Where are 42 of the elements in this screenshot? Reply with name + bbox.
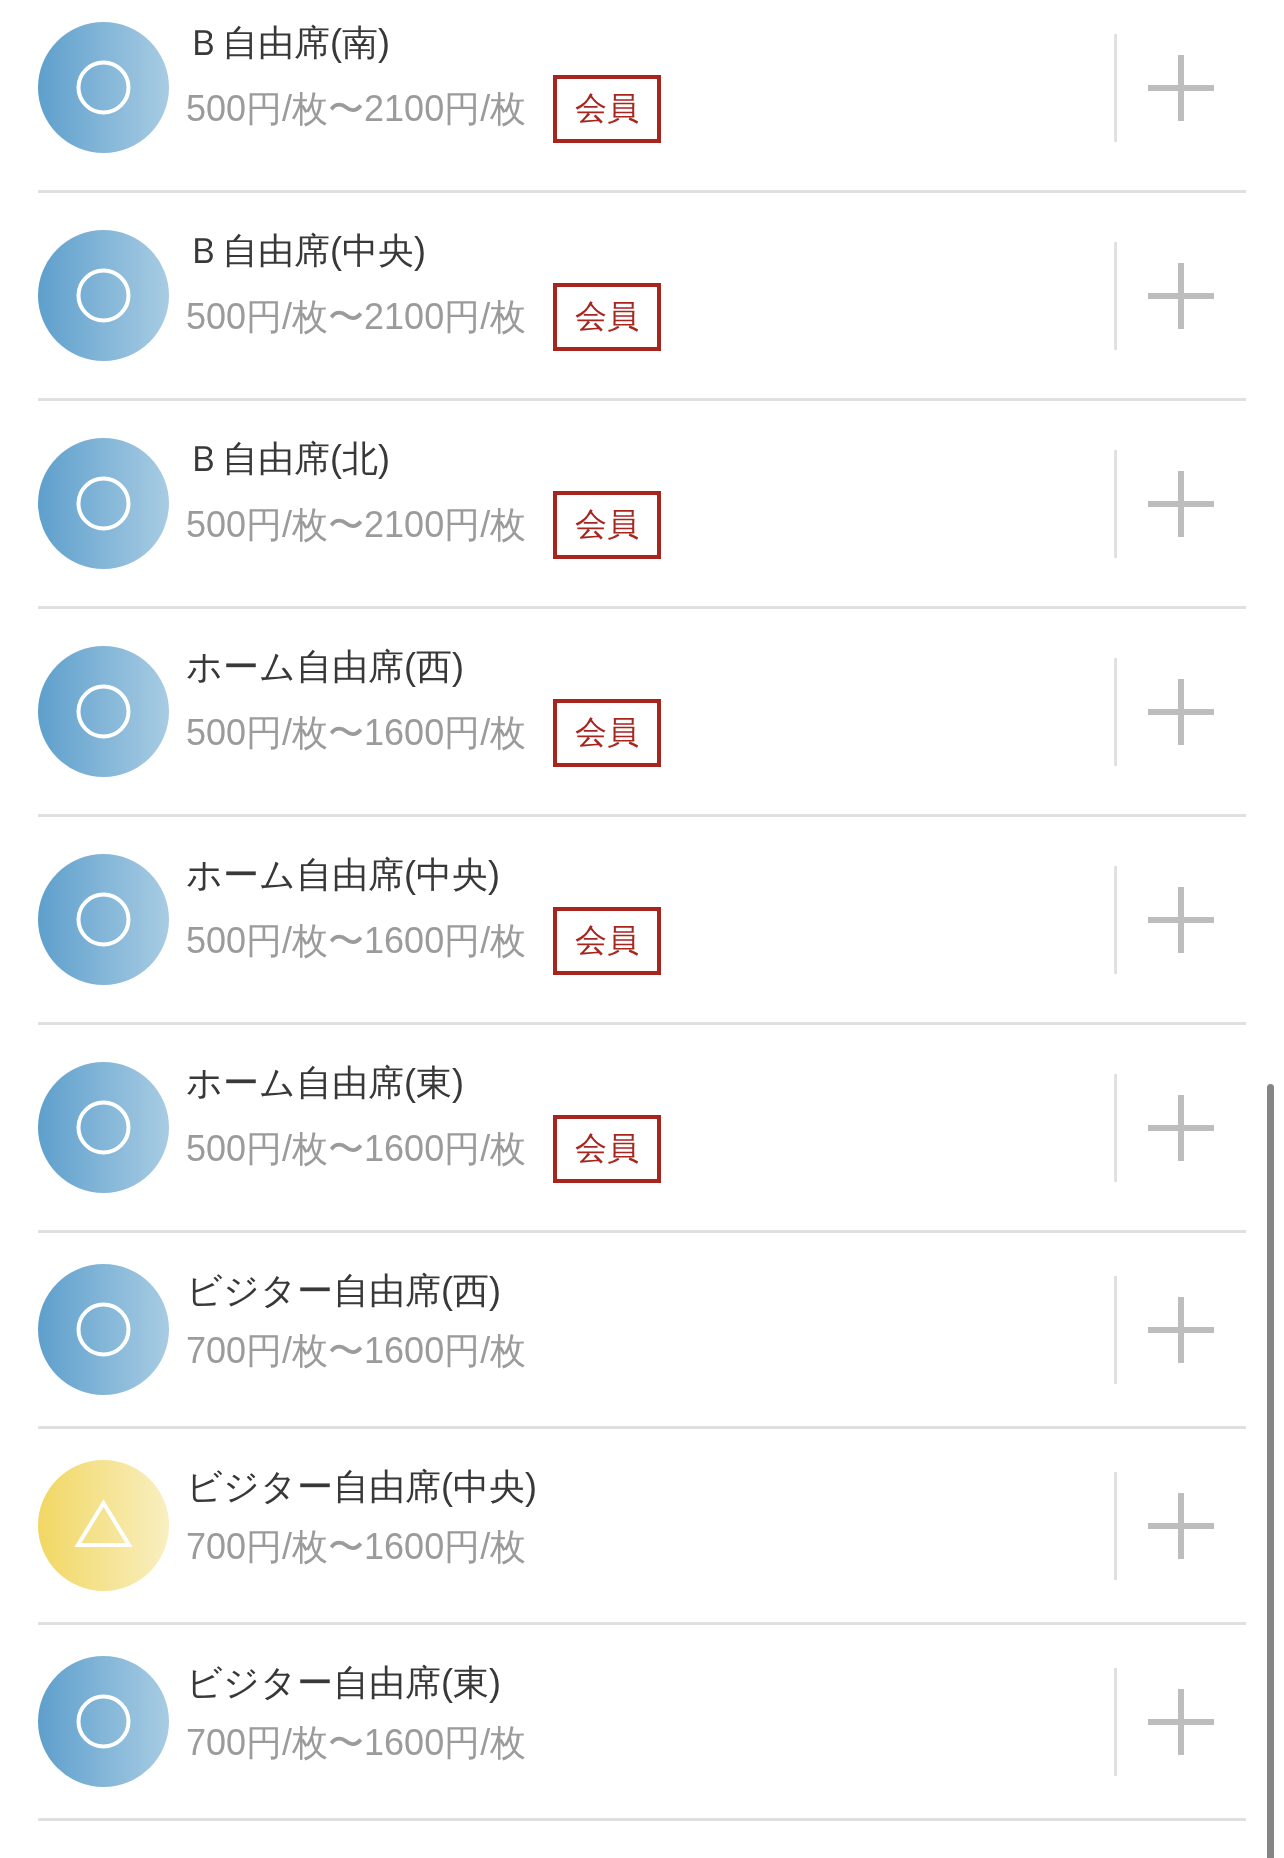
price-range: 500円/枚〜2100円/枚 — [186, 503, 527, 547]
seat-name: ビジター自由席(中央) — [186, 1465, 537, 1509]
seat-name: Ｂ自由席(中央) — [186, 229, 426, 273]
ring-icon — [38, 438, 169, 569]
member-badge: 会員 — [553, 699, 662, 767]
plus-icon[interactable] — [1148, 886, 1214, 953]
ring-icon — [38, 1062, 169, 1193]
plus-icon[interactable] — [1148, 678, 1214, 745]
seat-name: ビジター自由席(東) — [186, 1661, 501, 1705]
seat-name: ビジター自由席(西) — [186, 1269, 501, 1313]
plus-icon[interactable] — [1148, 262, 1214, 329]
member-badge: 会員 — [553, 491, 662, 559]
price-range: 500円/枚〜1600円/枚 — [186, 711, 527, 755]
plus-icon[interactable] — [1148, 54, 1214, 121]
plus-icon[interactable] — [1148, 1094, 1214, 1161]
price-range: 500円/枚〜1600円/枚 — [186, 1127, 527, 1171]
ring-icon — [38, 646, 169, 777]
ring-icon — [38, 230, 169, 361]
price-range: 500円/枚〜2100円/枚 — [186, 295, 527, 339]
member-badge: 会員 — [553, 75, 662, 143]
price-range: 700円/枚〜1600円/枚 — [186, 1329, 527, 1373]
plus-icon[interactable] — [1148, 1492, 1214, 1559]
member-badge: 会員 — [553, 1115, 662, 1183]
plus-icon[interactable] — [1148, 1688, 1214, 1755]
price-range: 700円/枚〜1600円/枚 — [186, 1721, 527, 1765]
plus-icon[interactable] — [1148, 1296, 1214, 1363]
plus-icon[interactable] — [1148, 470, 1214, 537]
ring-icon — [38, 1264, 169, 1395]
price-range: 500円/枚〜1600円/枚 — [186, 919, 527, 963]
ring-icon — [38, 22, 169, 153]
ring-icon — [38, 1656, 169, 1787]
scrollbar-thumb[interactable] — [1267, 1084, 1274, 1858]
seat-name: ホーム自由席(東) — [186, 1061, 464, 1105]
seat-name: ホーム自由席(西) — [186, 645, 464, 689]
ring-icon — [38, 854, 169, 985]
member-badge: 会員 — [553, 907, 662, 975]
member-badge: 会員 — [553, 283, 662, 351]
seat-name: Ｂ自由席(北) — [186, 437, 390, 481]
price-range: 700円/枚〜1600円/枚 — [186, 1525, 527, 1569]
seat-name: Ｂ自由席(南) — [186, 21, 390, 65]
seat-name: ホーム自由席(中央) — [186, 853, 500, 897]
price-range: 500円/枚〜2100円/枚 — [186, 87, 527, 131]
